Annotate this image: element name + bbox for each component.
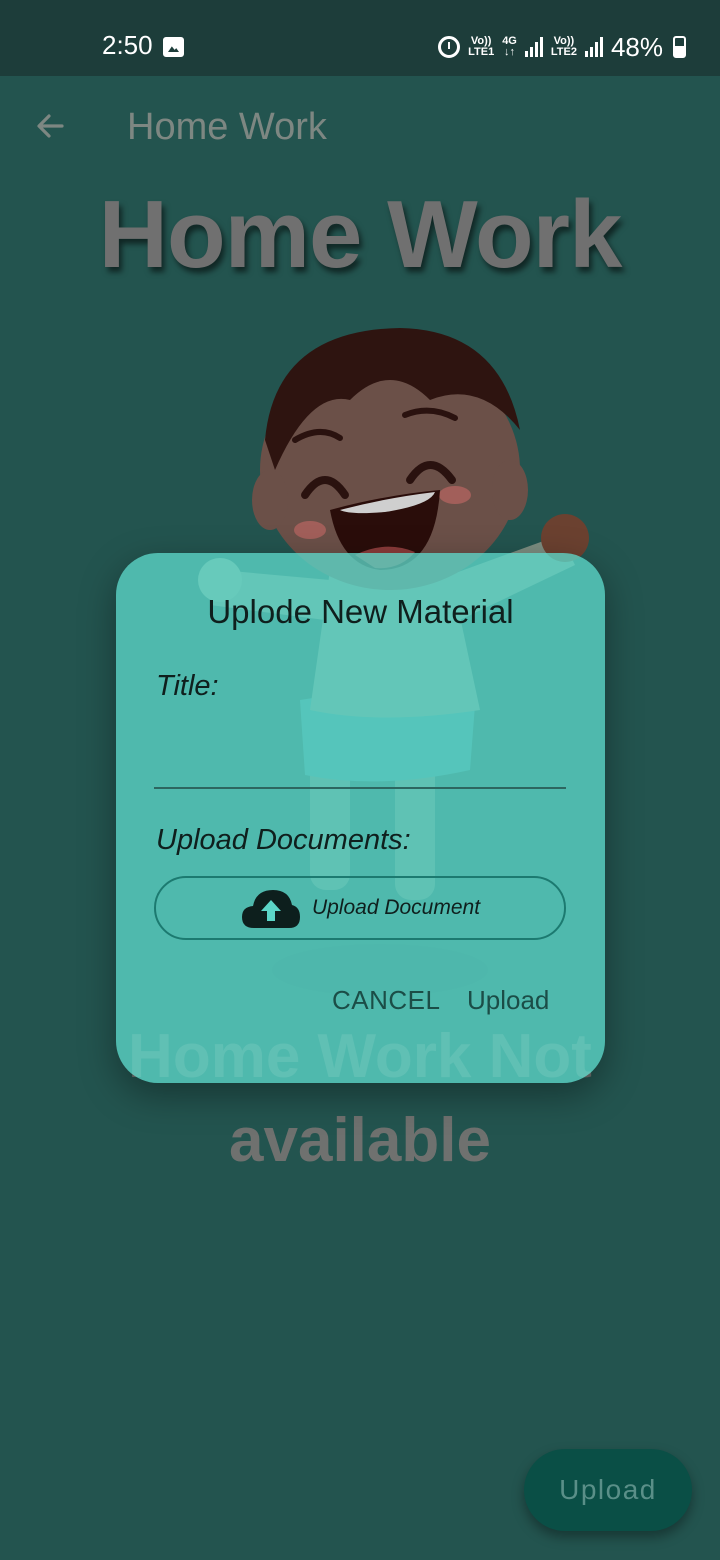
dialog-title: Uplode New Material <box>207 593 514 630</box>
sim1-label-bottom: LTE1 <box>468 46 495 58</box>
network-activity: ↓↑ <box>504 46 516 58</box>
status-bar: 2:50 Vo)) LTE1 4G ↓↑ Vo)) LTE2 48% <box>0 0 720 76</box>
status-time: 2:50 <box>102 30 153 60</box>
battery-percent: 48% <box>610 31 663 62</box>
sim1-label: Vo)) LTE1 <box>468 36 494 58</box>
title-input[interactable] <box>154 727 566 789</box>
network-type: 4G ↓↑ <box>502 36 517 58</box>
upload-fab[interactable]: Upload <box>524 1449 692 1531</box>
upload-material-dialog: Uplode New Material Title: Upload Docume… <box>116 553 605 1083</box>
upload-document-label: Upload Document <box>311 896 481 919</box>
app-bar-title: Home Work <box>127 106 327 148</box>
alarm-icon <box>438 36 461 58</box>
cloud-upload-icon <box>241 890 300 928</box>
upload-documents-label: Upload Documents: <box>156 824 411 856</box>
battery-icon <box>673 36 686 58</box>
title-label: Title: <box>156 670 219 702</box>
sim2-label-bottom: LTE2 <box>550 46 577 58</box>
arrow-left-icon[interactable] <box>34 110 66 142</box>
sim2-label: Vo)) LTE2 <box>551 36 577 58</box>
page-heading: Home Work <box>98 181 623 288</box>
cancel-button[interactable]: CANCEL <box>332 985 440 1016</box>
dialog-upload-button[interactable]: Upload <box>467 985 549 1016</box>
image-icon <box>163 37 184 57</box>
signal-icon <box>524 37 543 57</box>
signal-icon <box>584 37 603 57</box>
status-icons: Vo)) LTE1 4G ↓↑ Vo)) LTE2 48% <box>438 30 686 64</box>
upload-document-button[interactable]: Upload Document <box>154 876 566 940</box>
